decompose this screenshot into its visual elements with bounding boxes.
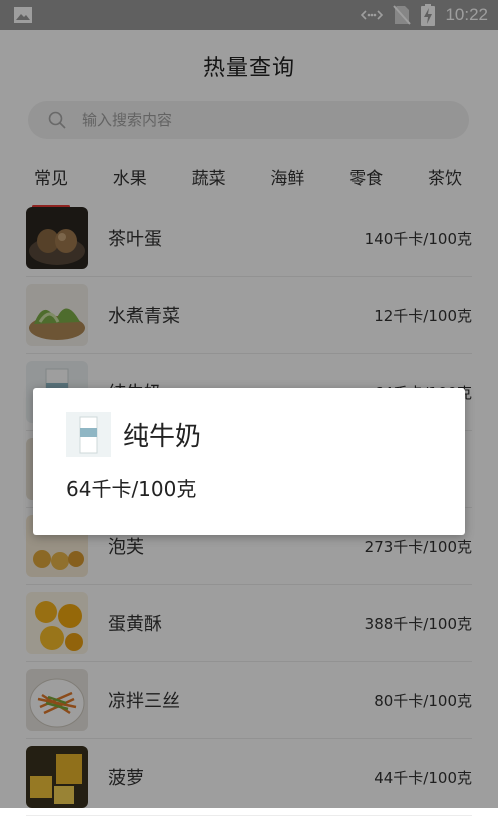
milk-image <box>66 412 111 457</box>
dialog-title: 纯牛奶 <box>123 422 202 452</box>
dialog-calories: 64千卡/100克 <box>66 477 197 501</box>
food-detail-dialog: 纯牛奶 64千卡/100克 <box>33 388 465 535</box>
